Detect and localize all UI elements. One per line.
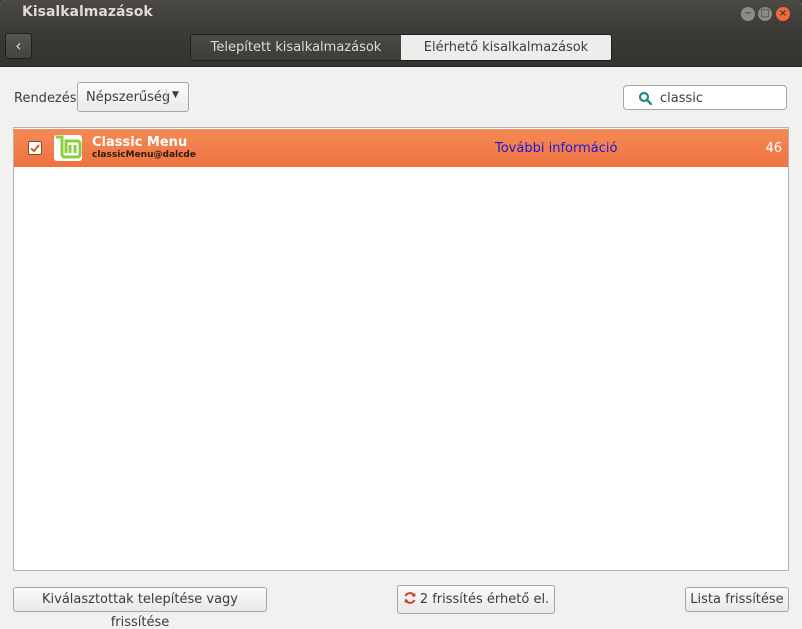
tab-installed[interactable]: Telepített kisalkalmazások [191,35,401,60]
search-icon [638,91,652,105]
updates-label: 2 frissítés érhető el. [419,592,550,607]
checkmark-icon [30,144,40,153]
back-arrow-icon: ‹ [15,36,22,55]
minimize-button[interactable]: − [741,7,755,21]
main-content: Rendezés Népszerűség ▼ classic Classic M… [0,67,802,629]
updates-available-button[interactable]: 2 frissítés érhető el. [397,585,555,614]
sort-selected-value: Népszerűség [86,90,171,105]
applet-name: Classic Menu [92,135,188,150]
sort-label: Rendezés [14,91,77,106]
tab-available-online[interactable]: Elérhető kisalkalmazások (online) [401,35,611,60]
install-selected-button[interactable]: Kiválasztottak telepítése vagy frissítés… [13,587,267,629]
applet-list[interactable]: Classic Menu classicMenu@dalcde További … [13,127,789,571]
refresh-list-button[interactable]: Lista frissítése [685,587,789,612]
applet-checkbox[interactable] [28,141,42,155]
window-title: Kisalkalmazások [22,4,153,20]
tab-switcher: Telepített kisalkalmazások Elérhető kisa… [190,34,612,61]
applet-score: 46 [765,141,782,156]
close-button[interactable]: × [776,7,790,21]
applets-window: Kisalkalmazások − □ × ‹ Telepített kisal… [0,0,802,629]
more-info-link[interactable]: További információ [495,141,617,156]
back-button[interactable]: ‹ [5,33,32,59]
maximize-button[interactable]: □ [758,7,772,21]
toolbar: ‹ Telepített kisalkalmazások Elérhető ki… [0,28,802,67]
refresh-icon [404,592,416,604]
sort-dropdown[interactable]: Népszerűség ▼ [77,82,189,112]
linux-mint-logo-icon [54,135,82,161]
dropdown-arrow-icon: ▼ [172,90,179,100]
dropdown-divider [166,89,167,105]
search-input[interactable] [660,89,780,107]
applet-uuid: classicMenu@dalcde [92,150,196,160]
list-item[interactable]: Classic Menu classicMenu@dalcde További … [14,129,788,167]
titlebar: Kisalkalmazások − □ × [0,0,802,28]
search-box[interactable] [623,85,787,110]
